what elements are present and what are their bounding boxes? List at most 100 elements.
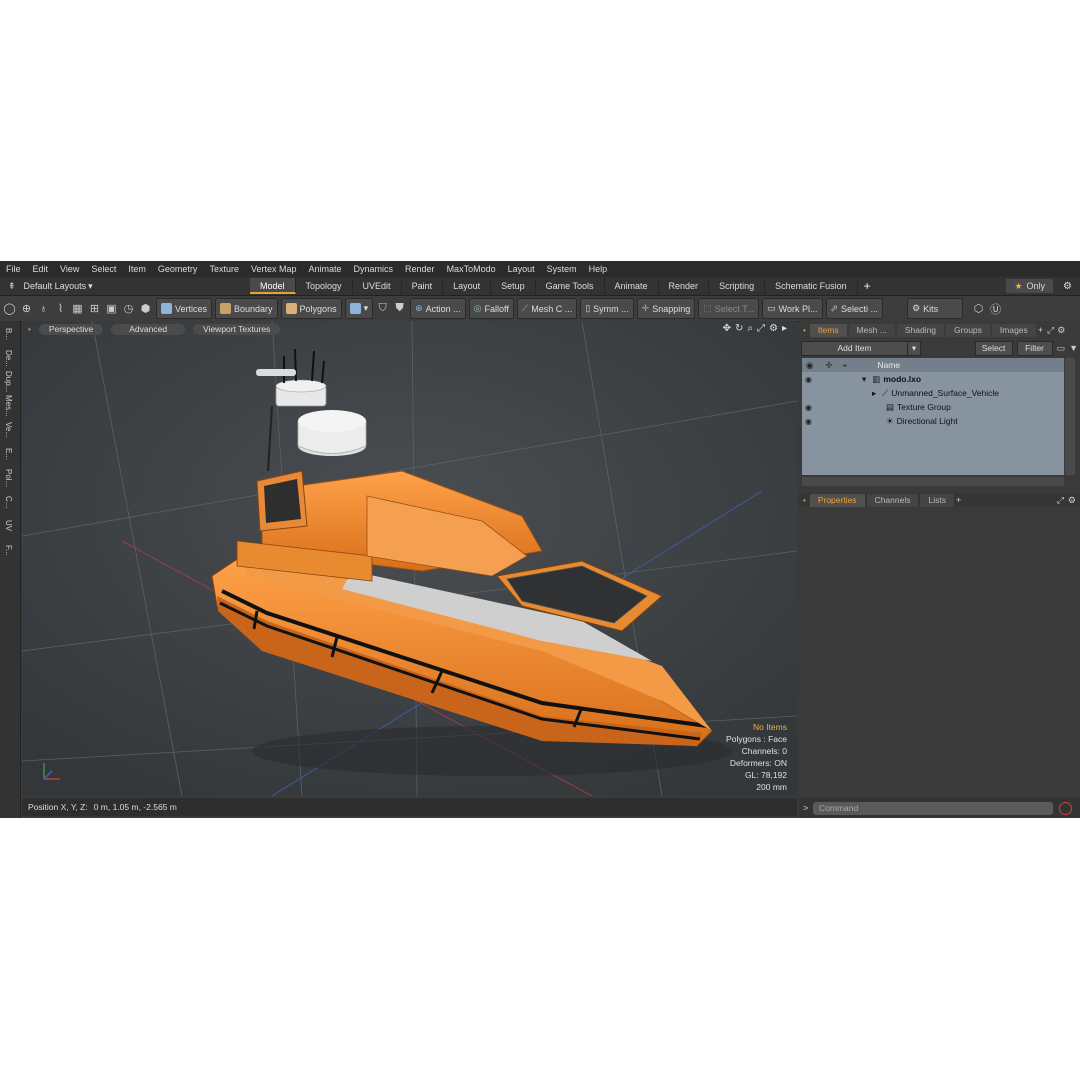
expand-icon[interactable]: ⤢: [1057, 495, 1064, 506]
tree-row-mesh[interactable]: ▸ ⟋ Unmanned_Surface_Vehicle: [802, 386, 1064, 400]
filter-button[interactable]: Filter: [1016, 340, 1053, 356]
name-column-header[interactable]: Name: [877, 360, 900, 370]
mesh-constraint-button[interactable]: ⟋ Mesh C ...: [516, 298, 578, 319]
tab-game-tools[interactable]: Game Tools: [536, 278, 605, 294]
item-mode-icon[interactable]: ⬢: [138, 299, 153, 318]
kits-button[interactable]: ⚙ Kits: [907, 298, 964, 319]
menu-render[interactable]: Render: [399, 264, 441, 274]
add-item-button[interactable]: Add Item ▾: [801, 340, 921, 356]
tree-row-texture-group[interactable]: ◉ ▤ Texture Group: [802, 400, 1064, 414]
expand-arrow-icon[interactable]: ▾: [862, 374, 866, 385]
perspective-dropdown[interactable]: Perspective: [38, 323, 104, 335]
tab-paint[interactable]: Paint: [402, 278, 444, 294]
collapse-icon[interactable]: ▭: [1057, 343, 1066, 354]
viewport-3d[interactable]: • Perspective Advanced Viewport Textures…: [22, 321, 797, 796]
tab-scripting[interactable]: Scripting: [709, 278, 766, 294]
viewport-textures-dropdown[interactable]: Viewport Textures: [193, 323, 281, 335]
tab-setup[interactable]: Setup: [491, 278, 536, 294]
strip-tab-duplicate[interactable]: Dup...: [4, 371, 13, 393]
select-button[interactable]: Select: [974, 340, 1013, 356]
add-tab-icon[interactable]: +: [858, 279, 877, 293]
vertices-button[interactable]: Vertices: [156, 298, 213, 319]
add-tab-icon[interactable]: +: [1038, 325, 1043, 335]
gear-icon[interactable]: ⚙: [1057, 325, 1065, 336]
unity-icon[interactable]: ⬡: [971, 299, 986, 318]
falloff-button[interactable]: ◎ Falloff: [468, 298, 514, 319]
gear-icon[interactable]: ⚙: [1068, 495, 1076, 506]
menu-layout[interactable]: Layout: [502, 264, 541, 274]
strip-tab-uv[interactable]: UV: [4, 515, 13, 537]
circle-select-icon[interactable]: ◯: [2, 299, 17, 318]
strip-tab-vertex[interactable]: Ve...: [4, 419, 13, 441]
symmetry-button[interactable]: ▯ Symm ...: [580, 298, 634, 319]
tree-row-light[interactable]: ◉ ☀ Directional Light: [802, 414, 1064, 428]
menu-vertex-map[interactable]: Vertex Map: [245, 264, 303, 274]
eye-icon[interactable]: ◉: [805, 375, 812, 384]
tree-hscrollbar[interactable]: [802, 477, 1064, 486]
tab-shading[interactable]: Shading: [896, 323, 945, 337]
box-select-icon[interactable]: ▣: [104, 299, 119, 318]
globe-icon[interactable]: ⊕: [19, 299, 34, 318]
tab-lists[interactable]: Lists: [920, 493, 954, 507]
tab-images[interactable]: Images: [991, 323, 1036, 337]
rotate-icon[interactable]: ↻: [735, 323, 743, 334]
expand-arrow-icon[interactable]: ▸: [872, 388, 876, 399]
eye-icon[interactable]: ◉: [805, 403, 812, 412]
play-icon[interactable]: ▸: [782, 323, 787, 334]
polygons-button[interactable]: Polygons: [280, 298, 342, 319]
strip-tab-polygon[interactable]: Pol...: [4, 467, 13, 489]
default-layouts-dropdown[interactable]: ⇞ Default Layouts ▾: [0, 281, 250, 292]
pin-icon[interactable]: ♁: [36, 299, 51, 318]
zoom-icon[interactable]: ⌕: [747, 323, 753, 334]
material-mode-button[interactable]: ▾: [344, 298, 374, 319]
filter-funnel-icon[interactable]: ▼: [1069, 343, 1078, 353]
unreal-icon[interactable]: Ⓤ: [988, 299, 1003, 318]
tab-schematic-fusion[interactable]: Schematic Fusion: [765, 278, 858, 294]
shield-icon[interactable]: ⛉: [375, 299, 390, 318]
strip-tab-deform[interactable]: De...: [4, 347, 13, 369]
expand-icon[interactable]: ⇞: [0, 281, 24, 292]
tab-model[interactable]: Model: [250, 278, 296, 294]
advanced-dropdown[interactable]: Advanced: [111, 323, 186, 335]
menu-help[interactable]: Help: [583, 264, 614, 274]
strip-tab-fusion[interactable]: F...: [4, 539, 13, 561]
strip-tab-curve[interactable]: C...: [4, 491, 13, 513]
record-icon[interactable]: [1059, 801, 1072, 815]
gear-icon[interactable]: ⚙: [1063, 281, 1072, 292]
add-tab-icon[interactable]: +: [956, 495, 961, 505]
gear-icon[interactable]: ⚙: [769, 323, 778, 334]
menu-dynamics[interactable]: Dynamics: [348, 264, 400, 274]
menu-animate[interactable]: Animate: [302, 264, 347, 274]
strip-tab-mesh-edit[interactable]: Mes...: [4, 395, 13, 417]
tab-properties[interactable]: Properties: [809, 493, 865, 507]
mesh-icon[interactable]: ▦: [70, 299, 85, 318]
tab-items[interactable]: Items: [809, 323, 847, 337]
menu-geometry[interactable]: Geometry: [152, 264, 204, 274]
tab-mesh[interactable]: Mesh ...: [848, 323, 895, 337]
strip-tab-basic[interactable]: B...: [4, 323, 13, 345]
selection-sets-button[interactable]: ⬀ Selecti ...: [825, 298, 884, 319]
maximize-icon[interactable]: ⤢: [757, 323, 765, 334]
tab-uvedit[interactable]: UVEdit: [353, 278, 402, 294]
clock-icon[interactable]: ◷: [121, 299, 136, 318]
tab-channels[interactable]: Channels: [866, 493, 919, 507]
eye-icon[interactable]: ◉: [805, 417, 812, 426]
tree-row-scene[interactable]: ◉ ▾ ▥ modo.lxo: [802, 372, 1064, 386]
only-toggle[interactable]: ★ Only: [1006, 279, 1054, 293]
action-center-button[interactable]: ⊕ Action ...: [410, 298, 466, 319]
tree-scrollbar[interactable]: [1065, 358, 1075, 475]
boundary-button[interactable]: Boundary: [215, 298, 278, 319]
menu-edit[interactable]: Edit: [27, 264, 55, 274]
tab-groups[interactable]: Groups: [946, 323, 990, 337]
strip-tab-edge[interactable]: E...: [4, 443, 13, 465]
tab-layout[interactable]: Layout: [443, 278, 492, 294]
tab-animate[interactable]: Animate: [605, 278, 659, 294]
move-icon[interactable]: ✥: [723, 323, 731, 334]
menu-maxtomodo[interactable]: MaxToModo: [441, 264, 502, 274]
tab-render[interactable]: Render: [659, 278, 710, 294]
expand-icon[interactable]: ⤢: [1047, 325, 1054, 336]
lasso-icon[interactable]: ⌇: [53, 299, 68, 318]
menu-texture[interactable]: Texture: [203, 264, 245, 274]
menu-file[interactable]: File: [0, 264, 27, 274]
menu-item[interactable]: Item: [122, 264, 152, 274]
